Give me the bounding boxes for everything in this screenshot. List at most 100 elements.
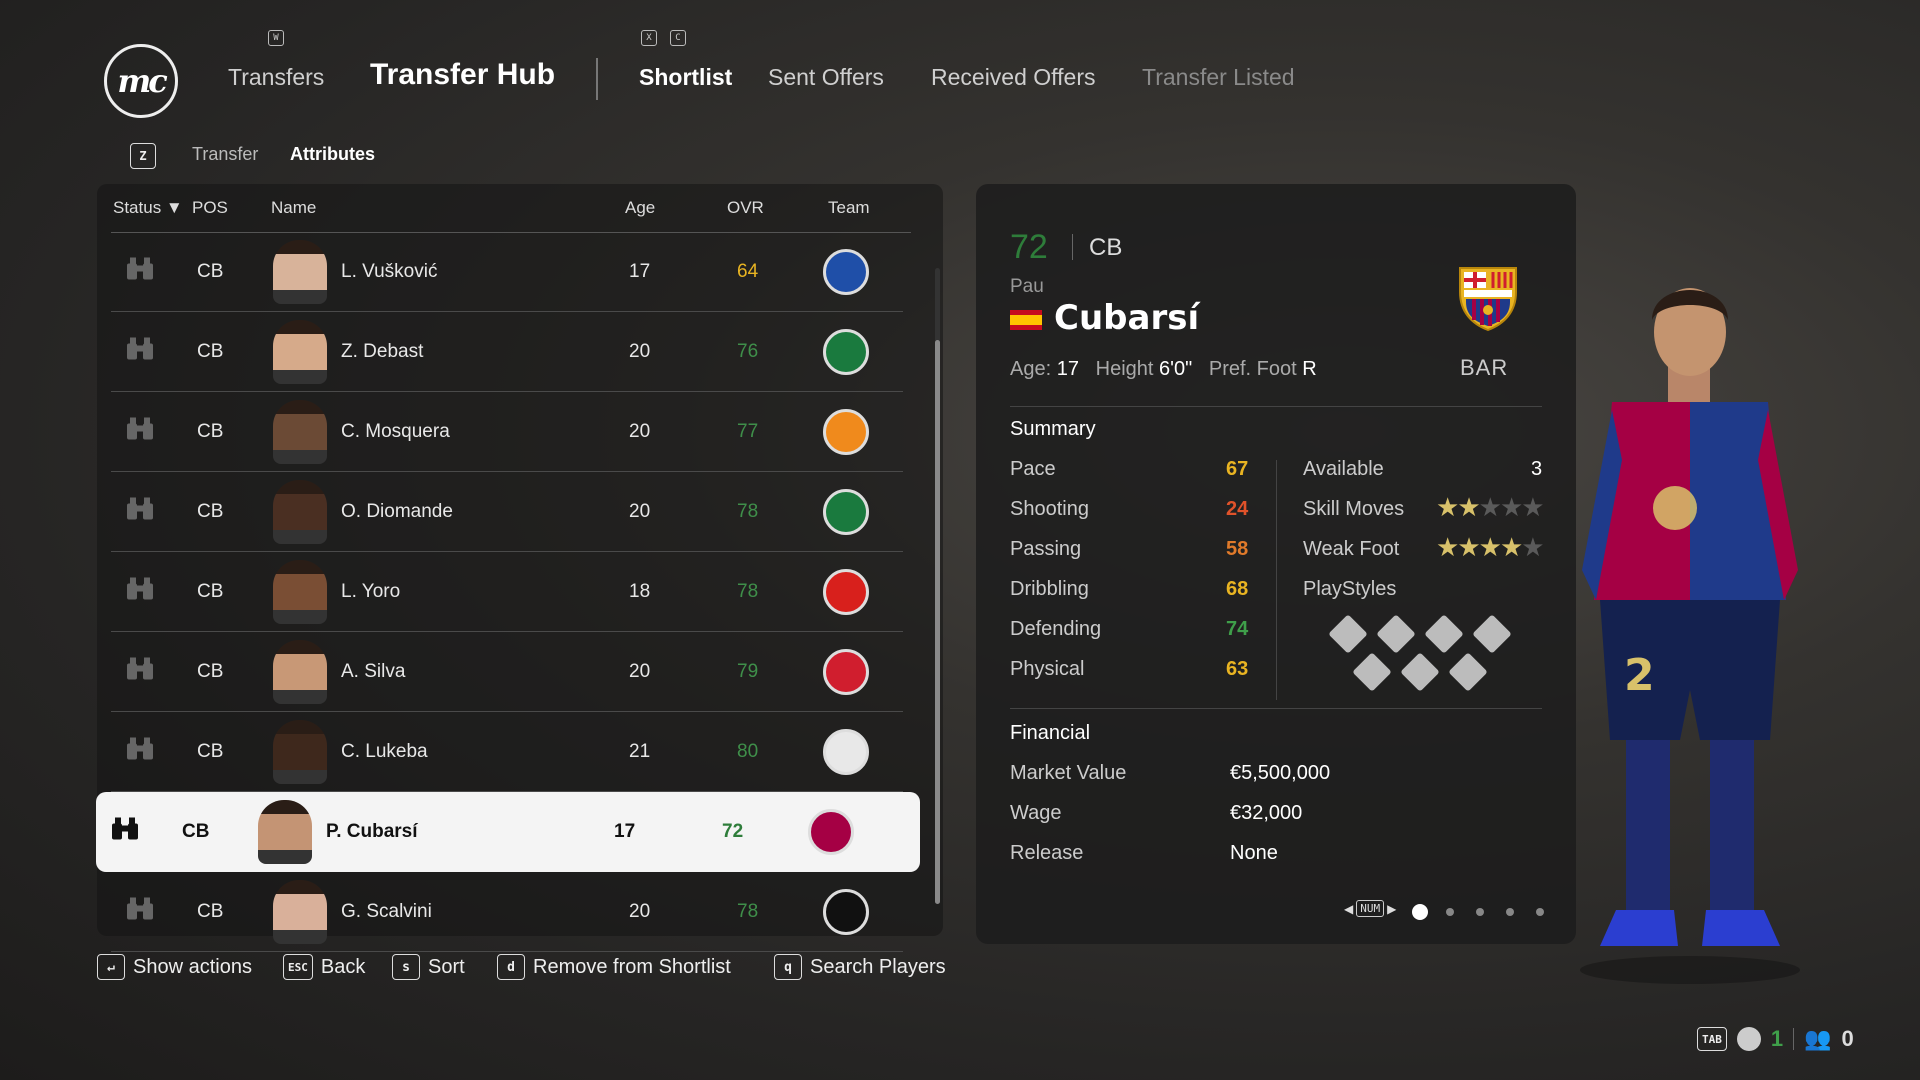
tab-sent-offers[interactable]: Sent Offers [768, 64, 884, 91]
tab-shortlist[interactable]: Shortlist [639, 64, 732, 91]
binoculars-icon[interactable] [125, 415, 155, 448]
table-row[interactable]: CB C. Mosquera 20 77 [111, 392, 903, 472]
tab-received-offers[interactable]: Received Offers [931, 64, 1095, 91]
binoculars-icon[interactable] [125, 255, 155, 288]
player-position: CB [197, 580, 224, 602]
pager-dot[interactable] [1506, 908, 1514, 916]
star-icon: ★ [1521, 492, 1544, 522]
skill-moves-stars: ★★★★★ [1436, 492, 1545, 523]
pager-dot-active[interactable] [1412, 904, 1428, 920]
stat-value-defending: 74 [1226, 618, 1249, 640]
weak-foot-stars: ★★★★★ [1436, 532, 1545, 563]
subnav-attributes[interactable]: Attributes [290, 144, 375, 165]
team-crest-icon [823, 728, 869, 775]
team-crest-icon [823, 888, 869, 935]
col-header-status[interactable]: Status ▼ [113, 198, 183, 228]
wage-value: €32,000 [1230, 802, 1303, 824]
page-title: Transfer Hub [370, 58, 556, 91]
table-row[interactable]: CB G. Scalvini 20 78 [111, 872, 903, 952]
playstyle-slot-icon[interactable] [1352, 652, 1392, 692]
detail-last-name: Cubarsí [1054, 298, 1200, 338]
player-portrait [273, 319, 327, 384]
table-row-selected[interactable]: CB P. Cubarsí 17 72 [96, 792, 920, 872]
friends-count: 0 [1841, 1026, 1854, 1051]
tab-transfer-listed[interactable]: Transfer Listed [1142, 64, 1295, 91]
detail-first-name: Pau [1010, 276, 1044, 297]
player-name: L. Vušković [341, 260, 438, 282]
player-detail-panel: 72 CB Pau Cubarsí BAR Age: 17 Height 6'0… [976, 184, 1576, 944]
footer-back[interactable]: ESC Back [283, 954, 365, 980]
binoculars-icon[interactable] [125, 495, 155, 528]
scrollbar-thumb[interactable] [935, 340, 940, 904]
player-position: CB [197, 420, 224, 442]
stat-label-pace: Pace [1010, 458, 1056, 480]
col-header-ovr[interactable]: OVR [727, 198, 764, 228]
binoculars-icon[interactable] [125, 335, 155, 368]
financial-heading: Financial [1010, 722, 1091, 744]
binoculars-icon[interactable] [125, 575, 155, 608]
pager-dot[interactable] [1446, 908, 1454, 916]
key-hint-w: W [268, 30, 284, 46]
footer-show-actions[interactable]: ↵ Show actions [97, 954, 252, 980]
col-header-name[interactable]: Name [271, 198, 316, 228]
playstyle-slot-icon[interactable] [1424, 614, 1464, 654]
playstyle-slot-icon[interactable] [1400, 652, 1440, 692]
player-portrait [273, 559, 327, 624]
stat-value-dribbling: 68 [1226, 578, 1249, 600]
playstyle-slot-icon[interactable] [1448, 652, 1488, 692]
playstyle-slot-icon[interactable] [1472, 614, 1512, 654]
footer-sort[interactable]: s Sort [392, 954, 465, 980]
nav-transfers[interactable]: Transfers [228, 64, 324, 91]
team-crest-icon [808, 809, 854, 855]
star-icon: ★ [1436, 532, 1459, 562]
col-header-pos[interactable]: POS [192, 198, 228, 228]
player-ovr: 80 [737, 740, 759, 762]
col-header-team[interactable]: Team [828, 198, 870, 228]
key-hint-c: C [670, 30, 686, 46]
stat-value-passing: 58 [1226, 538, 1249, 560]
player-position: CB [197, 900, 224, 922]
social-status-bar: TAB 1 👥 0 [1697, 1026, 1854, 1052]
team-crest-icon [823, 648, 869, 695]
playstyle-slot-icon[interactable] [1376, 614, 1416, 654]
playstyles-label: PlayStyles [1303, 578, 1397, 600]
pager-dot[interactable] [1476, 908, 1484, 916]
table-row[interactable]: CB L. Yoro 18 78 [111, 552, 903, 632]
footer-search-players[interactable]: q Search Players [774, 954, 946, 980]
playstyle-slot-icon[interactable] [1328, 614, 1368, 654]
player-3d-render: 2 [1560, 270, 1820, 990]
pager-dot[interactable] [1536, 908, 1544, 916]
player-age: 20 [629, 900, 651, 922]
friends-icon[interactable]: 👥 [1804, 1026, 1831, 1052]
table-row[interactable]: CB L. Vušković 17 64 [111, 232, 903, 312]
player-position: CB [197, 660, 224, 682]
notification-icon[interactable] [1736, 1027, 1761, 1051]
release-label: Release [1010, 842, 1084, 864]
wage-label: Wage [1010, 802, 1062, 824]
binoculars-icon[interactable] [125, 735, 155, 768]
subnav-transfer[interactable]: Transfer [192, 144, 258, 165]
available-label: Available [1303, 458, 1384, 480]
table-row[interactable]: CB O. Diomande 20 78 [111, 472, 903, 552]
binoculars-icon[interactable] [110, 816, 140, 849]
mc-logo: mc [104, 44, 178, 118]
stat-label-shooting: Shooting [1010, 498, 1089, 520]
esc-key-icon: ESC [283, 954, 313, 980]
stat-label-dribbling: Dribbling [1010, 578, 1089, 600]
table-row[interactable]: CB C. Lukeba 21 80 [111, 712, 903, 792]
binoculars-icon[interactable] [125, 895, 155, 928]
player-age: 18 [629, 580, 651, 602]
col-header-age[interactable]: Age [625, 198, 655, 228]
footer-remove-from-shortlist[interactable]: d Remove from Shortlist [497, 954, 731, 980]
status-divider [1793, 1028, 1795, 1050]
player-portrait [258, 800, 312, 864]
player-name: C. Mosquera [341, 420, 450, 442]
table-row[interactable]: CB Z. Debast 20 76 [111, 312, 903, 392]
player-ovr: 78 [737, 580, 759, 602]
pager-key-hint[interactable]: ◀ NUM ▶ [1344, 900, 1396, 917]
binoculars-icon[interactable] [125, 655, 155, 688]
chevron-left-icon: ◀ [1344, 901, 1354, 916]
key-hint-x: X [641, 30, 657, 46]
table-row[interactable]: CB A. Silva 20 79 [111, 632, 903, 712]
team-crest-icon [823, 248, 869, 295]
